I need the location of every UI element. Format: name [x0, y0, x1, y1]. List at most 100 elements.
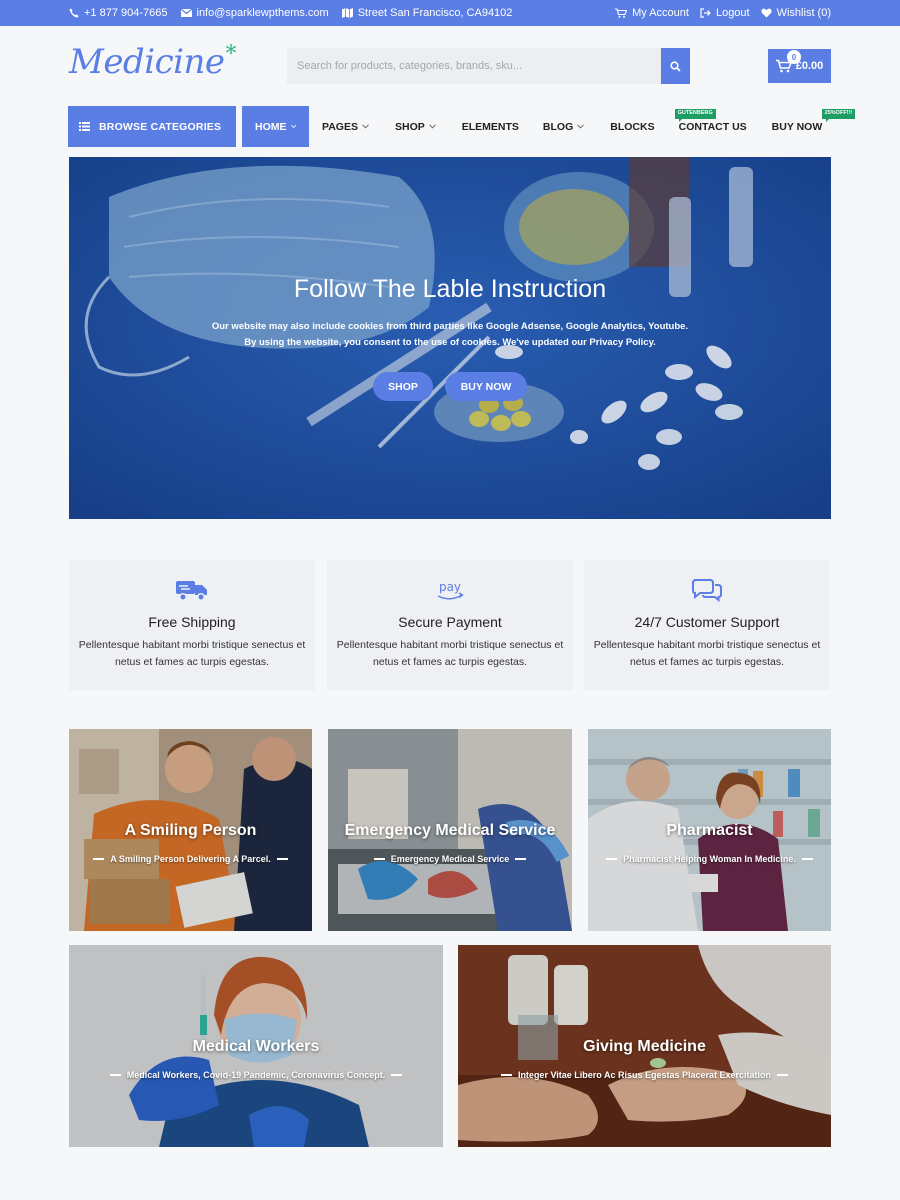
nav-blog-label: BLOG — [542, 120, 574, 133]
search-input[interactable] — [287, 48, 661, 84]
nav-blocks-label: BLOCKS — [610, 120, 655, 133]
tile-title: Pharmacist — [666, 822, 753, 839]
hero-description-line-2: By using the website, you consent to the… — [244, 337, 656, 348]
feature-title: 24/7 Customer Support — [634, 614, 780, 630]
search-form — [287, 48, 690, 84]
cart-button[interactable]: 0 £0.00 — [768, 49, 831, 83]
dash-left — [500, 1074, 512, 1076]
my-account-link[interactable]: My Account — [615, 7, 689, 19]
feature-secure-payment: pay Secure Payment Pellentesque habitant… — [327, 560, 573, 690]
gutenberg-badge: GUTENBERG — [674, 109, 716, 121]
hero-buy-now-button[interactable]: BUY NOW — [445, 372, 527, 401]
truck-icon — [176, 581, 207, 601]
nav-item-blog[interactable]: BLOG — [542, 106, 585, 147]
my-account-label: My Account — [632, 7, 689, 19]
browse-categories-button[interactable]: BROWSE CATEGORIES — [68, 106, 236, 147]
search-button[interactable] — [661, 48, 690, 84]
tile-subtitle-text: Integer Vitae Libero Ac Risus Egestas Pl… — [517, 1070, 772, 1080]
search-icon — [670, 60, 681, 72]
feature-description: Pellentesque habitant morbi tristique se… — [336, 639, 564, 668]
tile-title: Emergency Medical Service — [344, 822, 556, 839]
hero-title: Follow The Lable Instruction — [293, 275, 607, 303]
nav-buy-now-label: BUY NOW — [771, 120, 823, 133]
feature-title: Free Shipping — [148, 614, 236, 630]
map-icon — [341, 8, 353, 18]
phone-icon — [69, 8, 79, 18]
address-info: Street San Francisco, CA94102 — [341, 7, 513, 19]
tile-smiling-person[interactable]: A Smiling Person A Smiling Person Delive… — [69, 729, 312, 931]
phone-info[interactable]: +1 877 904-7665 — [69, 7, 168, 19]
nav-elements-label: ELEMENTS — [461, 120, 519, 133]
tile-subtitle: Pharmacist Helping Woman In Medicine. — [588, 854, 831, 864]
dash-right — [801, 858, 813, 860]
nav-item-pages[interactable]: PAGES — [322, 106, 369, 147]
envelope-icon — [180, 9, 192, 17]
site-logo[interactable]: Medicine* — [69, 42, 236, 82]
wishlist-link[interactable]: Wishlist (0) — [760, 7, 831, 19]
hero-description-line-1: Our website may also include cookies fro… — [211, 321, 689, 332]
email-address: info@sparklewpthems.com — [196, 7, 329, 19]
chevron-down-icon — [428, 124, 436, 129]
cart-total: £0.00 — [795, 60, 824, 72]
nav-item-shop[interactable]: SHOP — [395, 106, 436, 147]
dash-left — [606, 858, 618, 860]
logout-label: Logout — [715, 7, 750, 19]
nav-pages-label: PAGES — [322, 120, 358, 133]
wishlist-label: Wishlist (0) — [776, 7, 831, 19]
tile-subtitle: A Smiling Person Delivering A Parcel. — [69, 854, 312, 864]
dash-right — [276, 858, 288, 860]
dash-right — [391, 1074, 403, 1076]
phone-number: +1 877 904-7665 — [84, 7, 168, 19]
tile-subtitle: Emergency Medical Service — [328, 854, 572, 864]
nav-item-elements[interactable]: ELEMENTS — [462, 106, 519, 147]
cart-small-icon — [615, 8, 628, 18]
feature-description: Pellentesque habitant morbi tristique se… — [593, 639, 821, 668]
feature-description: Pellentesque habitant morbi tristique se… — [78, 639, 306, 668]
nav-home-label: HOME — [255, 120, 287, 133]
hero-shop-button[interactable]: SHOP — [373, 372, 433, 401]
svg-text:pay: pay — [439, 580, 461, 594]
tile-emergency-medical[interactable]: Emergency Medical Service Emergency Medi… — [328, 729, 572, 931]
tile-giving-medicine[interactable]: Giving Medicine Integer Vitae Libero Ac … — [458, 945, 831, 1147]
tile-title: A Smiling Person — [124, 822, 257, 839]
address-text: Street San Francisco, CA94102 — [357, 7, 513, 19]
dash-left — [373, 858, 385, 860]
browse-categories-label: BROWSE CATEGORIES — [99, 120, 222, 133]
nav-item-blocks[interactable]: BLOCKS — [610, 106, 654, 147]
tile-pharmacist[interactable]: Pharmacist Pharmacist Helping Woman In M… — [588, 729, 831, 931]
main-nav: HOME PAGES SHOP ELEMENTS BLOG BLOCKS GUT… — [242, 106, 856, 147]
tile-title: Medical Workers — [192, 1038, 320, 1055]
tile-subtitle-text: Emergency Medical Service — [390, 854, 510, 864]
feature-free-shipping: Free Shipping Pellentesque habitant morb… — [69, 560, 315, 690]
tile-subtitle: Medical Workers, Covid-19 Pandemic, Coro… — [69, 1070, 443, 1080]
chevron-down-icon — [362, 124, 369, 129]
nav-item-buy-now[interactable]: 25%OFF!!! BUY NOW — [771, 106, 856, 147]
nav-shop-label: SHOP — [394, 120, 425, 133]
nav-item-contact-us[interactable]: GUTENBERG CONTACT US — [674, 106, 747, 147]
top-bar: +1 877 904-7665 info@sparklewpthems.com … — [0, 0, 900, 26]
nav-item-home[interactable]: HOME — [242, 106, 309, 147]
email-info[interactable]: info@sparklewpthems.com — [180, 7, 329, 19]
nav-contact-label: CONTACT US — [678, 120, 747, 133]
hero-banner: Follow The Lable Instruction Our website… — [69, 157, 831, 519]
discount-badge: 25%OFF!!! — [821, 109, 856, 121]
tile-subtitle-text: Pharmacist Helping Woman In Medicine. — [623, 854, 796, 864]
tile-medical-workers[interactable]: Medical Workers Medical Workers, Covid-1… — [69, 945, 443, 1147]
tile-subtitle: Integer Vitae Libero Ac Risus Egestas Pl… — [458, 1070, 831, 1080]
feature-title: Secure Payment — [398, 614, 502, 630]
dash-right — [515, 858, 527, 860]
dash-left — [109, 1074, 121, 1076]
logout-link[interactable]: Logout — [700, 7, 750, 19]
chat-icon — [692, 579, 722, 603]
logo-mark: * — [225, 42, 237, 67]
pay-icon: pay — [437, 580, 464, 600]
tile-title: Giving Medicine — [583, 1038, 706, 1055]
tile-subtitle-text: Medical Workers, Covid-19 Pandemic, Coro… — [126, 1070, 386, 1080]
chevron-down-icon — [290, 124, 296, 129]
feature-customer-support: 24/7 Customer Support Pellentesque habit… — [584, 560, 830, 690]
hero-description: Our website may also include cookies fro… — [200, 319, 700, 351]
chevron-down-icon — [577, 124, 585, 129]
tile-subtitle-text: A Smiling Person Delivering A Parcel. — [110, 854, 271, 864]
list-icon — [79, 122, 90, 131]
logout-icon — [700, 8, 711, 18]
